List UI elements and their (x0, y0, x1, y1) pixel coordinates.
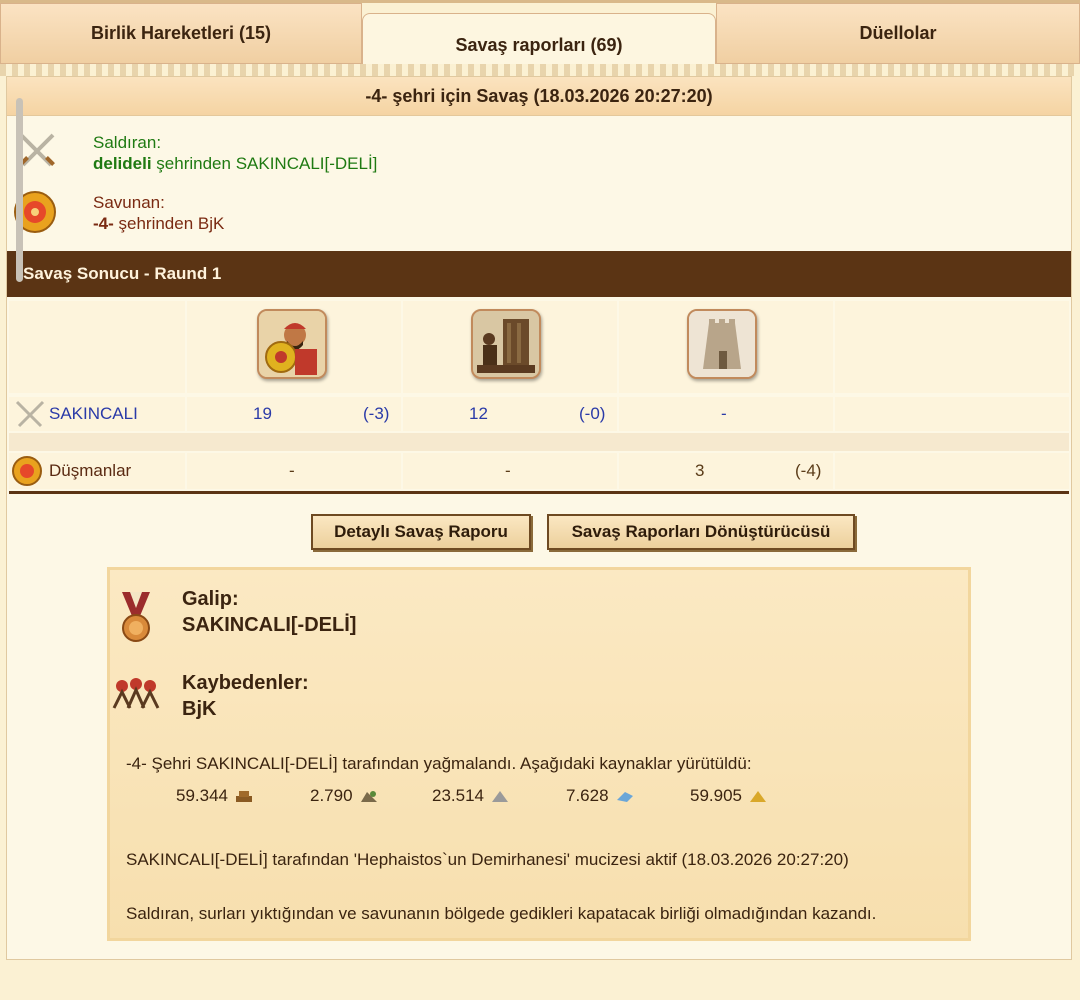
resource-wood: 59.344 (176, 786, 254, 806)
resource-value: 23.514 (432, 786, 484, 805)
hoplite-unit-icon[interactable] (257, 309, 327, 379)
shield-icon (11, 455, 43, 492)
table-divider (9, 491, 1069, 494)
enemies-cell-2: - (403, 453, 617, 489)
unit-count: 12 (469, 404, 488, 423)
wonder-status-text: SAKINCALI[-DELİ] tarafından 'Hephaistos`… (126, 850, 849, 869)
unit-count: - (289, 461, 295, 480)
wood-icon (236, 791, 252, 802)
unit-count: - (505, 461, 511, 480)
unit-loss: (-0) (579, 404, 606, 423)
scrollbar[interactable] (16, 98, 23, 282)
report-converter-button[interactable]: Savaş Raporları Dönüştürücüsü (547, 514, 855, 550)
attacker-cell-2: 12 (-0) (403, 397, 617, 431)
winner-name[interactable]: SAKINCALI[-DELİ] (182, 614, 356, 637)
battle-result-header: Savaş Sonucu - Raund 1 (7, 251, 1071, 297)
unit-column-3 (619, 301, 833, 393)
resource-value: 2.790 (310, 786, 353, 805)
unit-column-2 (403, 301, 617, 393)
row-spacer (9, 433, 1069, 451)
resource-favor: 7.628 (566, 786, 635, 806)
attacker-info: delideli şehrinden SAKINCALI[-DELİ] (93, 154, 377, 174)
resource-value: 59.905 (690, 786, 742, 805)
tab-duels[interactable]: Düellolar (716, 3, 1080, 64)
attacker-row-label-cell: SAKINCALI (9, 397, 185, 431)
unit-loss: (-3) (363, 404, 390, 423)
defender-city-link[interactable]: -4- (93, 214, 114, 233)
crossed-swords-icon (13, 399, 47, 434)
attacker-cell-3: - (619, 397, 833, 431)
defender-label: Savunan: (93, 193, 165, 212)
resource-gold: 59.905 (690, 786, 768, 806)
tab-bar: Birlik Hareketleri (15) Savaş raporları … (0, 0, 1080, 77)
battle-report-panel: -4- şehri için Savaş (18.03.2026 20:27:2… (6, 76, 1072, 960)
unit-column-empty (835, 301, 1069, 393)
attacker-cell-empty (835, 397, 1069, 431)
attacker-cell-1: 19 (-3) (187, 397, 401, 431)
defender-info: -4- şehrinden BjK (93, 214, 224, 234)
losers-name[interactable]: BjK (182, 698, 216, 721)
attacker-row-name[interactable]: SAKINCALI (49, 404, 138, 424)
enemies-cell-empty (835, 453, 1069, 489)
victory-reason-text: Saldıran, surları yıktığından ve savunan… (126, 904, 877, 923)
attacker-label: Saldıran: (93, 133, 162, 152)
wall-tower-unit-icon[interactable] (687, 309, 757, 379)
report-title: -4- şehri için Savaş (18.03.2026 20:27:2… (7, 77, 1071, 116)
resource-iron: 23.514 (432, 786, 510, 806)
resource-value: 7.628 (566, 786, 609, 805)
unit-count: 3 (695, 461, 705, 480)
unit-count: 19 (253, 404, 272, 423)
resource-value: 59.344 (176, 786, 228, 805)
favor-icon (616, 792, 633, 802)
winner-label: Galip: (182, 588, 239, 610)
plunder-text: -4- Şehri SAKINCALI[-DELİ] tarafından ya… (126, 754, 752, 773)
attacker-player[interactable]: şehrinden SAKINCALI[-DELİ] (152, 154, 377, 173)
unit-count: - (721, 404, 727, 423)
unit-header-empty (9, 301, 185, 393)
enemies-cell-3: 3 (-4) (619, 453, 833, 489)
defender-player[interactable]: şehrinden BjK (114, 214, 225, 233)
unit-column-1 (187, 301, 401, 393)
detailed-report-button[interactable]: Detaylı Savaş Raporu (311, 514, 531, 550)
stone-icon (360, 791, 377, 802)
fallen-soldiers-icon (110, 674, 162, 717)
medal-icon (118, 590, 154, 649)
decorative-border (0, 64, 1080, 76)
tab-unit-movements[interactable]: Birlik Hareketleri (15) (0, 3, 362, 64)
enemies-row-name: Düşmanlar (49, 461, 132, 480)
enemies-cell-1: - (187, 453, 401, 489)
unit-loss: (-4) (795, 461, 822, 480)
resource-stone: 2.790 (310, 786, 379, 806)
enemies-row-label-cell: Düşmanlar (9, 453, 185, 489)
catapult-unit-icon[interactable] (471, 309, 541, 379)
losers-label: Kaybedenler: (182, 672, 309, 694)
iron-icon (492, 791, 508, 802)
gold-icon (750, 791, 766, 802)
battle-summary-box: Galip: SAKINCALI[-DELİ] Kaybedenler: BjK… (107, 567, 971, 941)
attacker-city-link[interactable]: delideli (93, 154, 152, 173)
